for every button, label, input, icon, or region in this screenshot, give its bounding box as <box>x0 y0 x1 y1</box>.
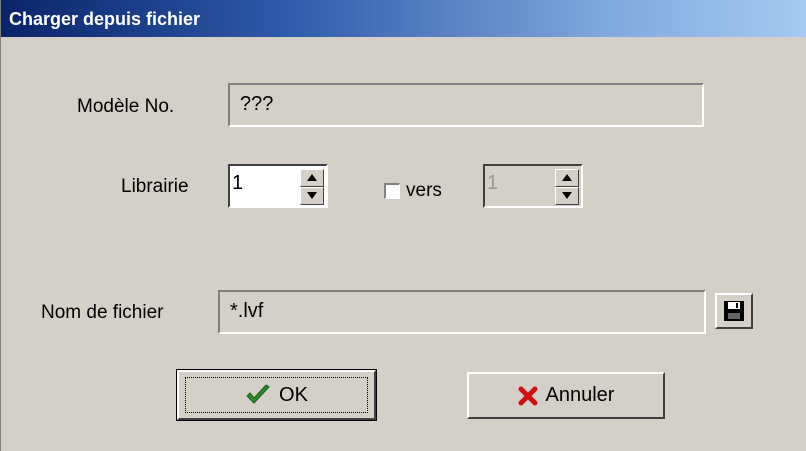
browse-file-button[interactable] <box>715 293 753 329</box>
library-to-value: 1 <box>487 172 499 194</box>
arrow-down-icon <box>562 192 572 199</box>
library-from-spinner[interactable]: 1 <box>228 164 328 208</box>
load-from-file-dialog: Charger depuis fichier Modèle No. ??? Li… <box>0 0 806 451</box>
library-from-value: 1 <box>232 172 244 194</box>
library-to-down-button[interactable] <box>555 187 579 205</box>
cancel-button-label: Annuler <box>545 384 615 406</box>
focus-indicator <box>185 377 368 413</box>
x-cross-icon <box>518 386 538 405</box>
arrow-down-icon <box>307 192 317 199</box>
library-to-checkbox[interactable] <box>384 183 400 199</box>
library-to-up-button[interactable] <box>555 169 579 187</box>
floppy-disk-icon <box>724 301 744 321</box>
arrow-up-icon <box>307 174 317 181</box>
model-number-label: Modèle No. <box>77 96 175 117</box>
library-from-down-button[interactable] <box>300 187 324 205</box>
library-from-up-button[interactable] <box>300 169 324 187</box>
ok-button[interactable]: OK <box>176 369 377 421</box>
model-number-field[interactable]: ??? <box>228 83 704 127</box>
file-name-label: Nom de fichier <box>41 302 164 323</box>
library-label: Librairie <box>121 176 189 197</box>
window-title: Charger depuis fichier <box>9 9 201 29</box>
arrow-up-icon <box>562 174 572 181</box>
file-name-input[interactable]: *.lvf <box>218 290 706 334</box>
title-bar[interactable]: Charger depuis fichier <box>1 0 806 37</box>
library-to-spinner[interactable]: 1 <box>483 164 583 208</box>
model-number-value: ??? <box>240 93 274 115</box>
library-to-label: vers <box>406 180 442 201</box>
file-name-value: *.lvf <box>230 300 264 322</box>
cancel-button[interactable]: Annuler <box>467 372 665 419</box>
